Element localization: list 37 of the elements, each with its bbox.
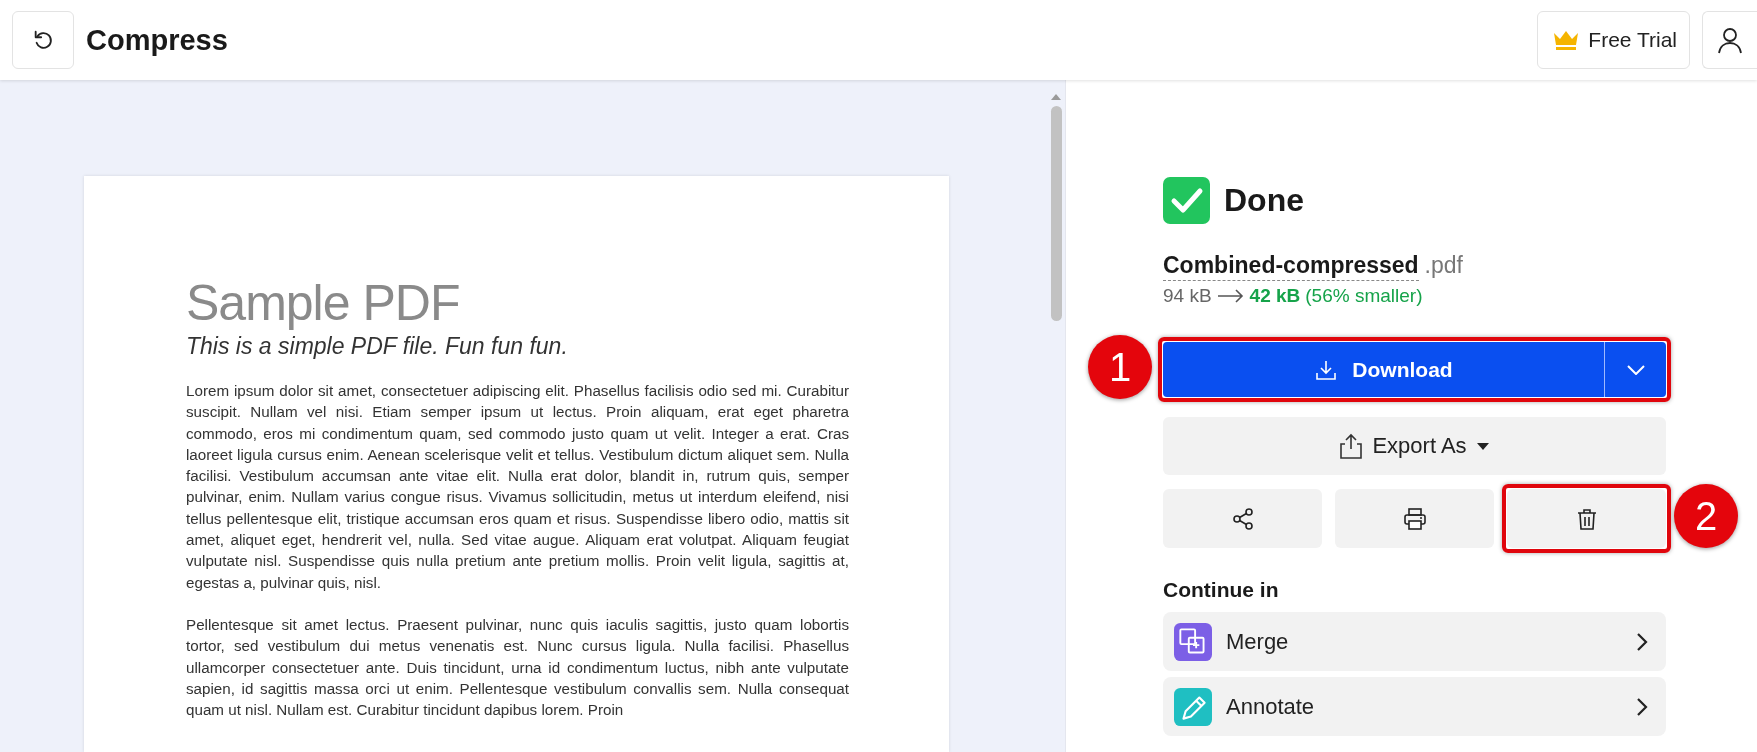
page-title: Compress bbox=[86, 23, 228, 57]
step-number: 2 bbox=[1674, 484, 1738, 548]
paragraph: Lorem ipsum dolor sit amet, consectetuer adipiscing elit. Phasellus facilisis odio sed mi. Curabitur suscipit. Nullam vel nisi. Etiam semper ipsum ut lectus. Proin aliquam, erat eget pharetra commodo, eros mi condimentum quam, sed commodo justo quam ut velit. Integer a erat. Cras laoreet ligula cursus enim. Aenean scelerisque velit et tellus. Vestibulum dictum aliquet sem. Nulla facilisi. Vestibulum accumsan ante vitae elit. Nulla erat dolor, blandit in, rutrum quis, semper pulvinar, enim. Nullam varius congue risus. Vivamus sollicitudin, metus ut interdum eleifend, nisi tellus pellentesque elit, tristique accumsan eros quam et risus. Suspendisse libero odio, mattis sit amet, aliquet eget, hendrerit vel, nulla. Sed vitae augue. Aliquam erat volutpat. Aliquam feugiat vulputate nisl. Suspendisse quis nulla pretium ante pretium mollis. Proin velit ligula, sagittis at, egestas a, pulvinar quis, nisl. bbox=[186, 381, 849, 593]
paragraph: Pellentesque sit amet lectus. Praesent pulvinar, nunc quis iaculis sagittis, justo quam lobortis tortor, sed vestibulum dui metus venenatis est. Nunc cursus ligula. Nulla facilisi. Phasellus ullamcorper consectetuer ante. Duis tincidunt, urna id condimentum luctus, nibh ante vulputate sapien, id sagittis massa orci ut enim. Pellentesque vestibulum convallis sem. Nulla consequat quam ut nisl. Nullam est. Curabitur tincidunt dapibus lorem. Proin bbox=[186, 614, 849, 721]
compressed-size: 42 kB bbox=[1249, 285, 1301, 307]
crown-icon bbox=[1552, 29, 1581, 51]
scroll-up-icon bbox=[1051, 94, 1061, 100]
user-icon bbox=[1717, 26, 1743, 54]
checkmark-icon bbox=[1163, 177, 1210, 224]
download-options-button[interactable] bbox=[1604, 342, 1666, 397]
share-box-icon bbox=[1340, 433, 1363, 459]
step-number: 1 bbox=[1088, 335, 1152, 399]
chevron-right-icon bbox=[1636, 696, 1648, 717]
document-subtitle: This is a simple PDF file. Fun fun fun. bbox=[186, 332, 569, 360]
undo-icon bbox=[32, 29, 54, 51]
original-size: 94 kB bbox=[1163, 285, 1212, 307]
caret-icon bbox=[1476, 442, 1489, 450]
tool-item[interactable]: Merge bbox=[1163, 612, 1666, 671]
chevron-right-icon bbox=[1636, 631, 1648, 652]
scrollbar-thumb[interactable] bbox=[1050, 106, 1062, 321]
document-title: Sample PDF bbox=[186, 274, 461, 332]
file-name: Combined-compressed bbox=[1163, 252, 1419, 281]
status-title: Done bbox=[1224, 182, 1304, 219]
free-trial-button[interactable]: Free Trial bbox=[1537, 11, 1690, 69]
size-reduction: (56% smaller) bbox=[1305, 285, 1423, 307]
print-button[interactable] bbox=[1335, 489, 1494, 548]
section-heading: Continue in bbox=[1163, 578, 1279, 602]
download-button[interactable]: Download bbox=[1163, 342, 1604, 397]
account-button[interactable] bbox=[1702, 11, 1757, 69]
chevron-down-icon bbox=[1626, 364, 1645, 375]
share-icon bbox=[1230, 506, 1255, 531]
export-as-button[interactable]: Export As bbox=[1163, 417, 1666, 475]
file-extension: .pdf bbox=[1424, 252, 1463, 279]
arrow-icon bbox=[1216, 289, 1245, 303]
undo-button[interactable] bbox=[12, 11, 74, 69]
tool-item[interactable]: Annotate bbox=[1163, 677, 1666, 736]
printer-icon bbox=[1402, 506, 1427, 531]
